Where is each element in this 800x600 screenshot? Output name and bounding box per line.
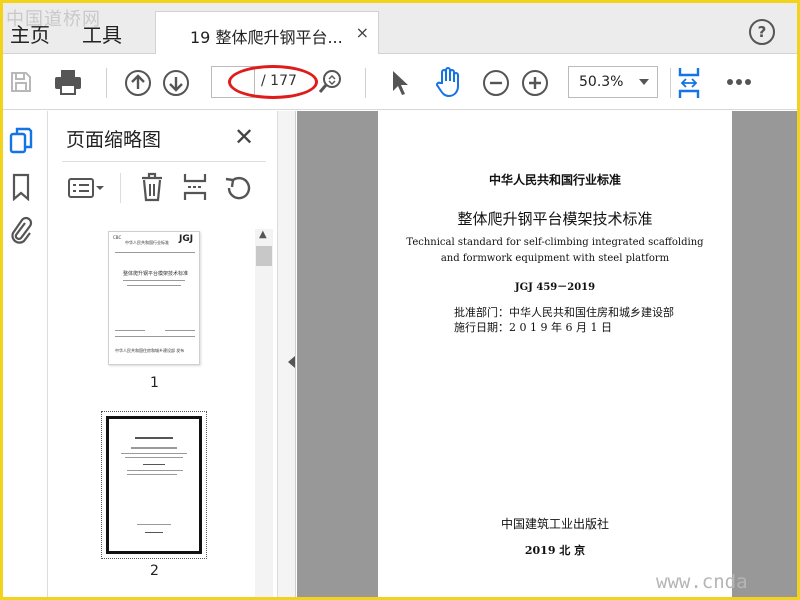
doc-title-cn: 整体爬升钢平台模架技术标准 <box>457 210 653 228</box>
scroll-up-icon[interactable]: ▲ <box>259 229 267 240</box>
thumb-line <box>145 532 163 533</box>
document-page[interactable]: 中华人民共和国行业标准 整体爬升钢平台模架技术标准 Technical stan… <box>378 111 732 597</box>
doc-header: 中华人民共和国行业标准 <box>488 173 621 187</box>
document-tab-close-button[interactable]: × <box>356 23 369 42</box>
delete-icon[interactable] <box>138 171 166 203</box>
panel-tools-separator <box>120 173 121 203</box>
thumb-rule <box>115 252 195 253</box>
page-up-icon[interactable] <box>123 68 153 98</box>
thumbnail-scrollbar[interactable] <box>255 229 273 597</box>
thumbnails-icon[interactable] <box>7 125 35 157</box>
navigation-rail <box>3 111 48 597</box>
fit-page-icon[interactable] <box>674 65 704 101</box>
doc-publisher: 中国建筑工业出版社 <box>500 517 609 531</box>
thumb-line <box>127 285 181 286</box>
doc-effective-date: 施行日期：2 0 1 9 年 6 月 1 日 <box>454 321 612 334</box>
page-thumbnail-2[interactable] <box>106 416 202 554</box>
document-tab[interactable]: 19 整体爬升钢平台... × <box>155 11 379 55</box>
zoom-value: 50.3% <box>579 74 624 90</box>
toolbar-separator <box>106 68 107 98</box>
panel-title: 页面缩略图 <box>66 129 162 151</box>
thumbnail-label-1: 1 <box>150 375 159 391</box>
document-tab-title: 19 整体爬升钢平台... <box>190 28 343 47</box>
panel-splitter[interactable] <box>278 111 296 597</box>
toolbar-separator <box>365 68 366 98</box>
thumb-line <box>137 524 171 525</box>
save-icon[interactable] <box>7 68 35 96</box>
thumb-line <box>121 453 187 454</box>
thumb-line <box>165 330 195 331</box>
thumb-code: JGJ <box>179 234 194 244</box>
more-icon[interactable] <box>724 70 754 94</box>
thumbnail-label-2: 2 <box>150 563 159 579</box>
bookmark-icon[interactable] <box>9 171 33 203</box>
select-arrow-icon[interactable] <box>387 68 413 98</box>
thumb-line <box>127 474 177 475</box>
thumbnail-scrollbar-thumb[interactable] <box>256 246 272 266</box>
thumbnail-panel: 页面缩略图 ✕ ▲ CBC 中华人民共和国行业标准 JGJ 整体爬升钢平台模架技… <box>48 111 278 597</box>
hand-icon[interactable] <box>431 65 465 99</box>
doc-title-en-1: Technical standard for self-climbing int… <box>406 237 704 248</box>
tab-bar: 中国道桥网 主页 工具 19 整体爬升钢平台... × ? <box>3 3 797 55</box>
chevron-down-icon <box>639 79 649 85</box>
thumb-title: 整体爬升钢平台模架技术标准 <box>123 271 189 277</box>
thumb-footer: 中华人民共和国住房和城乡建设部 发布 <box>115 348 185 353</box>
rotate-icon[interactable] <box>222 171 254 203</box>
print-icon[interactable] <box>51 66 85 98</box>
thumb-corner-label: CBC <box>113 235 122 240</box>
doc-code: JGJ 459－2019 <box>514 282 596 293</box>
thumb-line <box>143 464 165 465</box>
thumb-header: 中华人民共和国行业标准 <box>125 240 169 245</box>
help-button[interactable]: ? <box>749 19 775 45</box>
annotation-red-oval <box>228 65 318 99</box>
panel-close-button[interactable]: ✕ <box>234 123 254 151</box>
doc-title-en-2: and formwork equipment with steel platfo… <box>440 253 670 264</box>
page-down-icon[interactable] <box>161 68 191 98</box>
zoom-select[interactable]: 50.3% <box>568 66 658 98</box>
collapse-panel-icon[interactable] <box>288 356 295 368</box>
thumb-line <box>123 280 185 281</box>
options-icon[interactable] <box>66 173 106 203</box>
nav-tools-tab[interactable]: 工具 <box>82 19 122 48</box>
insert-page-icon[interactable] <box>180 171 210 203</box>
toolbar-separator <box>670 68 671 98</box>
zoom-out-icon[interactable] <box>481 68 511 98</box>
thumb-line <box>135 437 173 439</box>
thumb-line <box>125 457 183 458</box>
thumb-line <box>131 447 177 449</box>
page-thumbnail-1[interactable]: CBC 中华人民共和国行业标准 JGJ 整体爬升钢平台模架技术标准 中华人民共和… <box>108 231 200 365</box>
zoom-in-icon[interactable] <box>520 68 550 98</box>
nav-home-tab[interactable]: 主页 <box>10 19 50 48</box>
thumb-rule <box>115 336 195 337</box>
doc-approved-by: 批准部门：中华人民共和国住房和城乡建设部 <box>454 306 674 319</box>
find-icon[interactable] <box>316 67 344 97</box>
attachment-icon[interactable] <box>7 213 35 247</box>
panel-divider <box>62 161 266 162</box>
thumb-line <box>127 470 183 471</box>
main-toolbar: / 177 50.3% <box>3 54 797 110</box>
thumb-line <box>115 330 145 331</box>
watermark-bottom: www.cnda <box>656 571 748 593</box>
doc-year-city: 2019 北 京 <box>524 544 586 557</box>
